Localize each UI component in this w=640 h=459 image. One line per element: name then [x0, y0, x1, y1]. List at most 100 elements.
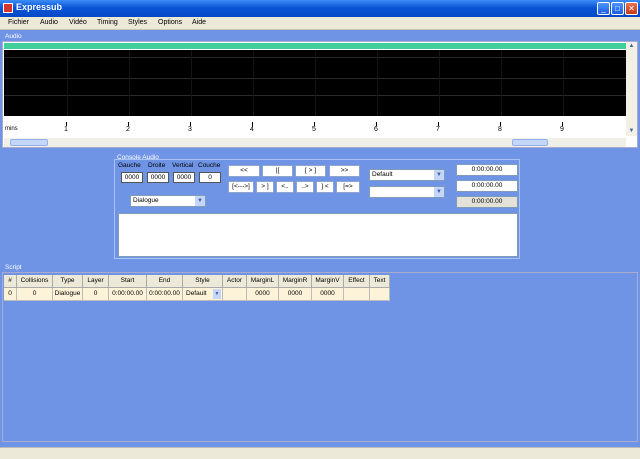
waveform-gridline: [563, 50, 564, 116]
ruler-tick-label: 8: [498, 126, 502, 133]
chevron-down-icon[interactable]: ▼: [434, 187, 444, 197]
header-style[interactable]: Style: [183, 275, 223, 288]
menu-options[interactable]: Options: [158, 19, 182, 26]
play-next-button[interactable]: [=>: [336, 181, 360, 193]
header-marginl[interactable]: MarginL: [247, 275, 279, 288]
margin-vertical-field[interactable]: 0000: [173, 172, 195, 183]
ruler-tick-label: 4: [250, 126, 254, 133]
menu-video[interactable]: Vidéo: [69, 19, 87, 26]
ruler-tick-label: 7: [436, 126, 440, 133]
cell-text[interactable]: [370, 288, 390, 301]
scroll-down-icon[interactable]: ▼: [626, 127, 637, 136]
cell-layer[interactable]: 0: [83, 288, 109, 301]
couche-label: Couche: [198, 162, 221, 169]
waveform-gridline: [501, 50, 502, 116]
play-before-button[interactable]: <..: [276, 181, 294, 193]
style-select-value: Default: [372, 171, 393, 178]
droite-label: Droite: [148, 162, 166, 169]
seek-back-button[interactable]: <<: [228, 165, 260, 177]
header-effect[interactable]: Effect: [344, 275, 370, 288]
waveform-selection-bar[interactable]: [4, 43, 626, 49]
minimize-button[interactable]: _: [597, 2, 610, 15]
menu-audio[interactable]: Audio: [40, 19, 58, 26]
waveform-gridline: [129, 50, 130, 116]
play-after-button[interactable]: ..>: [296, 181, 314, 193]
time-ruler[interactable]: mins 1 2 3 4 5 6 7 8 9: [4, 122, 626, 137]
scroll-up-icon[interactable]: ▲: [626, 42, 637, 51]
start-time-field[interactable]: 0:00:00.00: [456, 164, 518, 176]
cell-marginl[interactable]: 0000: [247, 288, 279, 301]
cell-index[interactable]: 0: [4, 288, 17, 301]
header-end[interactable]: End: [147, 275, 183, 288]
waveform-gridline: [191, 50, 192, 116]
header-start[interactable]: Start: [109, 275, 147, 288]
go-start-button[interactable]: |[: [262, 165, 293, 177]
cell-collisions[interactable]: 0: [17, 288, 53, 301]
chevron-down-icon[interactable]: ▼: [195, 196, 205, 206]
header-index[interactable]: #: [4, 275, 17, 288]
layer-field[interactable]: 0: [199, 172, 221, 183]
cell-end[interactable]: 0:00:00.00: [147, 288, 183, 301]
menu-timing[interactable]: Timing: [97, 19, 118, 26]
status-bar: [0, 447, 640, 459]
ruler-tick-label: 3: [188, 126, 192, 133]
title-bar: Expressub _ □ ✕: [0, 0, 640, 17]
subtitle-text-editor[interactable]: [118, 213, 518, 257]
maximize-button[interactable]: □: [611, 2, 624, 15]
cell-type[interactable]: Dialogue: [53, 288, 83, 301]
script-group-label: Script: [5, 264, 22, 271]
chevron-down-icon[interactable]: ▼: [434, 170, 444, 180]
menu-bar: Fichier Audio Vidéo Timing Styles Option…: [0, 17, 640, 30]
play-button[interactable]: [ > ]: [295, 165, 326, 177]
header-type[interactable]: Type: [53, 275, 83, 288]
header-text[interactable]: Text: [370, 275, 390, 288]
margin-left-field[interactable]: 0000: [121, 172, 143, 183]
window-title: Expressub: [16, 2, 63, 12]
cell-actor[interactable]: [223, 288, 247, 301]
type-select[interactable]: Dialogue ▼: [130, 195, 206, 207]
cell-start[interactable]: 0:00:00.00: [109, 288, 147, 301]
waveform-display[interactable]: [4, 50, 626, 116]
script-grid: # Collisions Type Layer Start End Style …: [2, 272, 638, 442]
gauche-label: Gauche: [118, 162, 141, 169]
play-end-button[interactable]: > ]: [256, 181, 274, 193]
app-icon: [3, 3, 13, 13]
audio-horizontal-scrollbar[interactable]: [4, 138, 626, 147]
seek-forward-button[interactable]: >>: [329, 165, 360, 177]
actor-select[interactable]: ▼: [369, 186, 445, 198]
cell-marginr[interactable]: 0000: [279, 288, 312, 301]
header-layer[interactable]: Layer: [83, 275, 109, 288]
play-start-button[interactable]: ] <: [316, 181, 334, 193]
end-time-field[interactable]: 0:00:00.00: [456, 180, 518, 192]
close-button[interactable]: ✕: [625, 2, 638, 15]
scroll-thumb-right[interactable]: [512, 139, 548, 146]
waveform-gridline: [67, 50, 68, 116]
audio-group-label: Audio: [5, 33, 22, 40]
menu-fichier[interactable]: Fichier: [8, 19, 29, 26]
margin-right-field[interactable]: 0000: [147, 172, 169, 183]
cell-effect[interactable]: [344, 288, 370, 301]
header-collisions[interactable]: Collisions: [17, 275, 53, 288]
chevron-down-icon[interactable]: ▼: [213, 289, 221, 299]
style-select[interactable]: Default ▼: [369, 169, 445, 181]
ruler-unit-label: mins: [5, 126, 18, 132]
ruler-tick-label: 9: [560, 126, 564, 133]
waveform-gridline: [439, 50, 440, 116]
waveform-gridline: [253, 50, 254, 116]
ruler-tick-label: 2: [126, 126, 130, 133]
cell-style-value: Default: [186, 290, 207, 297]
menu-aide[interactable]: Aide: [192, 19, 206, 26]
cell-style[interactable]: Default ▼: [183, 288, 223, 301]
duration-field[interactable]: 0:00:00.00: [456, 196, 518, 208]
scroll-thumb-left[interactable]: [10, 139, 48, 146]
header-actor[interactable]: Actor: [223, 275, 247, 288]
menu-styles[interactable]: Styles: [128, 19, 147, 26]
audio-vertical-scrollbar[interactable]: ▲ ▼: [626, 42, 637, 136]
waveform-gridline: [377, 50, 378, 116]
ruler-tick-label: 1: [64, 126, 68, 133]
audio-panel: mins 1 2 3 4 5 6 7 8 9 ▲ ▼: [2, 41, 638, 148]
play-selection-button[interactable]: [<--->]: [228, 181, 254, 193]
header-marginv[interactable]: MarginV: [312, 275, 344, 288]
header-marginr[interactable]: MarginR: [279, 275, 312, 288]
cell-marginv[interactable]: 0000: [312, 288, 344, 301]
